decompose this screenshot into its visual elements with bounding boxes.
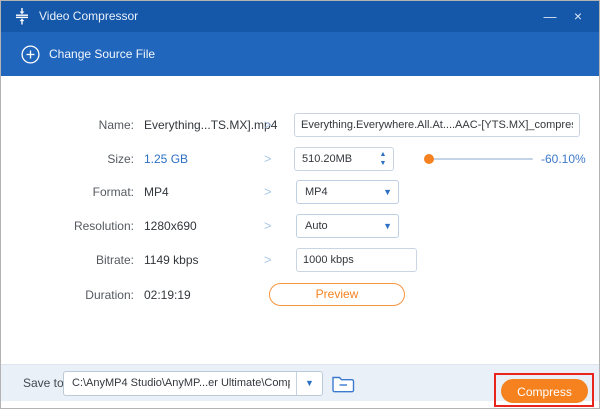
size-spinner-input[interactable]: 510.20MB ▲ ▼ xyxy=(294,147,394,171)
bitrate-label: Bitrate: xyxy=(95,253,134,267)
size-source-value: 1.25 GB xyxy=(144,152,189,166)
slider-knob[interactable] xyxy=(424,154,434,164)
format-source-value: MP4 xyxy=(144,185,169,199)
bitrate-input[interactable] xyxy=(296,248,417,272)
resolution-dropdown[interactable]: Auto ▼ xyxy=(296,214,399,238)
dropdown-arrow-icon: ▼ xyxy=(383,221,392,231)
format-label: Format: xyxy=(92,185,134,199)
chevron-right-icon: > xyxy=(264,151,272,166)
window-title: Video Compressor xyxy=(39,9,139,23)
preview-button[interactable]: Preview xyxy=(269,283,405,306)
resolution-source-value: 1280x690 xyxy=(144,219,197,233)
bitrate-row: Bitrate: 1149 kbps > xyxy=(1,247,599,273)
change-source-file-label: Change Source File xyxy=(49,47,156,61)
dropdown-arrow-icon[interactable]: ▼ xyxy=(296,372,322,395)
subheader: Change Source File xyxy=(1,32,599,76)
bitrate-source-value: 1149 kbps xyxy=(144,253,199,267)
size-row: Size: 1.25 GB > 510.20MB ▲ ▼ -60.10% xyxy=(1,146,599,172)
spinner-down-icon[interactable]: ▼ xyxy=(377,159,389,168)
chevron-right-icon: > xyxy=(264,117,272,132)
duration-label: Duration: xyxy=(85,288,134,302)
dropdown-arrow-icon: ▼ xyxy=(383,187,392,197)
name-label: Name: xyxy=(98,118,134,132)
spinner-buttons: ▲ ▼ xyxy=(377,150,389,168)
size-label: Size: xyxy=(107,152,134,166)
titlebar: Video Compressor — × xyxy=(1,1,599,32)
open-folder-icon[interactable] xyxy=(331,373,355,394)
name-row: Name: Everything...TS.MX].mp4 > xyxy=(1,112,599,138)
compressor-app-icon xyxy=(16,8,28,25)
slider-track[interactable] xyxy=(425,158,533,160)
close-icon[interactable]: × xyxy=(563,1,593,32)
resolution-row: Resolution: 1280x690 > Auto ▼ xyxy=(1,213,599,239)
output-name-input[interactable] xyxy=(294,113,580,137)
spinner-up-icon[interactable]: ▲ xyxy=(377,150,389,159)
save-path-value: C:\AnyMP4 Studio\AnyMP...er Ultimate\Com… xyxy=(72,377,290,389)
chevron-right-icon: > xyxy=(264,252,272,267)
video-compressor-window: Video Compressor — × Change Source File … xyxy=(0,0,600,409)
format-selected-value: MP4 xyxy=(305,186,328,198)
save-to-label: Save to: xyxy=(23,376,68,390)
size-slider[interactable] xyxy=(424,146,533,172)
resolution-selected-value: Auto xyxy=(305,220,328,232)
size-value: 510.20MB xyxy=(302,153,353,165)
save-path-dropdown[interactable]: C:\AnyMP4 Studio\AnyMP...er Ultimate\Com… xyxy=(63,371,323,396)
compress-button[interactable]: Compress xyxy=(501,379,588,403)
duration-row: Duration: 02:19:19 Preview xyxy=(1,282,599,308)
duration-source-value: 02:19:19 xyxy=(144,288,191,302)
name-source-value: Everything...TS.MX].mp4 xyxy=(144,118,278,132)
form-content: Name: Everything...TS.MX].mp4 > Size: 1.… xyxy=(1,76,599,364)
chevron-right-icon: > xyxy=(264,184,272,199)
change-source-file-button[interactable]: Change Source File xyxy=(21,43,155,65)
chevron-right-icon: > xyxy=(264,218,272,233)
resolution-label: Resolution: xyxy=(73,219,134,233)
format-dropdown[interactable]: MP4 ▼ xyxy=(296,180,399,204)
compression-percent: -60.10% xyxy=(541,152,586,166)
minimize-icon[interactable]: — xyxy=(535,1,565,32)
plus-circle-icon xyxy=(21,44,40,64)
format-row: Format: MP4 > MP4 ▼ xyxy=(1,179,599,205)
